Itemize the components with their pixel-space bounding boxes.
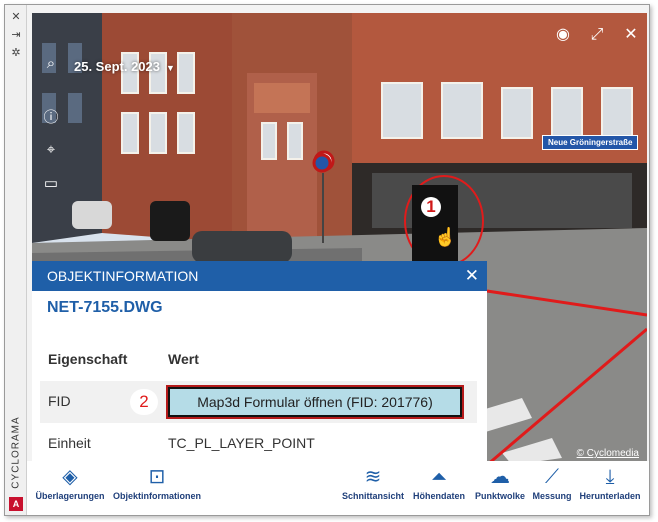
object-marker[interactable]: 1 ☝ <box>412 185 458 263</box>
property-fid: FID <box>48 393 71 409</box>
download-icon: ⤓ <box>605 466 615 488</box>
measurement-button[interactable]: ⟋ Messung <box>531 463 573 501</box>
comment-icon[interactable]: ▭ <box>40 173 62 195</box>
layers-icon: ◈ <box>62 466 78 488</box>
date-selector[interactable]: 25. Sept. 2023 ▼ <box>74 59 175 74</box>
eye-icon[interactable]: ◉ <box>553 25 573 45</box>
date-label: 25. Sept. 2023 <box>74 59 160 74</box>
open-map3d-form-button[interactable]: Map3d Formular öffnen (FID: 201776) <box>168 387 462 417</box>
section-view-button[interactable]: ≋ Schnittansicht <box>341 463 405 501</box>
viewer-top-controls: ◉ ⤢ ✕ <box>553 25 641 45</box>
panel-title: OBJEKTINFORMATION <box>47 268 199 284</box>
table-header: Eigenschaft Wert <box>40 339 477 381</box>
street-view[interactable]: Neue Gröningerstraße ◉ ⤢ ✕ ⌕ ⓘ ⌖ ▭ 25. S… <box>32 13 647 465</box>
overlays-label: Überlagerungen <box>35 491 105 501</box>
search-image-icon[interactable]: ⌕ <box>40 53 62 75</box>
file-name: NET-7155.DWG <box>47 299 163 316</box>
crosshair-icon[interactable]: ⌖ <box>40 139 62 161</box>
elevation-icon: ⏶ <box>431 466 447 488</box>
side-title: CYCLORAMA <box>8 415 24 495</box>
table-row: Einheit TC_PL_LAYER_POINT <box>40 423 477 465</box>
download-label: Herunterladen <box>579 491 641 501</box>
bottom-toolbar: ◈ Überlagerungen ⊡ Objektinformationen ≋… <box>27 461 649 515</box>
elevation-button[interactable]: ⏶ Höhendaten <box>411 463 467 501</box>
object-info-button[interactable]: ⊡ Objektinformationen <box>111 463 203 501</box>
annotation-badge-1: 1 <box>421 197 441 217</box>
hand-cursor-icon: ☝ <box>434 227 457 247</box>
copyright-link[interactable]: © Cyclomedia <box>577 448 639 459</box>
street-sign: Neue Gröningerstraße <box>542 135 639 150</box>
close-icon[interactable]: ✕ <box>621 25 641 45</box>
section-view-icon: ≋ <box>364 466 382 488</box>
panel-header: OBJEKTINFORMATION ✕ <box>32 261 487 291</box>
info-icon[interactable]: ⓘ <box>40 107 62 129</box>
overlays-button[interactable]: ◈ Überlagerungen <box>35 463 105 501</box>
app-logo: A <box>9 497 23 511</box>
object-info-panel: OBJEKTINFORMATION ✕ NET-7155.DWG Eigensc… <box>32 261 487 465</box>
download-button[interactable]: ⤓ Herunterladen <box>577 463 643 501</box>
annotation-badge-2: 2 <box>130 389 158 415</box>
point-cloud-icon: ☁ <box>490 466 510 488</box>
point-cloud-label: Punktwolke <box>474 491 525 501</box>
elevation-label: Höhendaten <box>412 491 465 501</box>
collapse-icon[interactable]: ⇥ <box>10 29 22 41</box>
point-cloud-button[interactable]: ☁ Punktwolke <box>473 463 527 501</box>
side-strip: ✕ ⇥ ✲ CYCLORAMA A <box>5 5 27 515</box>
side-title-text: CYCLORAMA <box>10 416 22 489</box>
cyclorama-window: ✕ ⇥ ✲ CYCLORAMA A Neue Gröningerstraße ◉… <box>4 4 650 516</box>
expand-icon[interactable]: ⤢ <box>587 25 607 45</box>
measurement-label: Messung <box>532 491 572 501</box>
table-row: FID 2 Map3d Formular öffnen (FID: 201776… <box>40 381 477 423</box>
pin-icon[interactable]: ✕ <box>10 11 22 23</box>
panel-close-icon[interactable]: ✕ <box>465 261 479 291</box>
column-header-property: Eigenschaft <box>48 351 128 367</box>
settings-icon[interactable]: ✲ <box>10 47 22 59</box>
property-table: Eigenschaft Wert FID 2 Map3d Formular öf… <box>40 339 477 465</box>
ruler-icon: ⟋ <box>545 466 559 488</box>
object-info-label: Objektinformationen <box>112 491 201 501</box>
column-header-value: Wert <box>168 351 199 367</box>
property-unit: Einheit <box>48 435 91 451</box>
section-view-label: Schnittansicht <box>341 491 404 501</box>
property-unit-value: TC_PL_LAYER_POINT <box>168 435 315 451</box>
object-info-icon: ⊡ <box>148 466 166 488</box>
chevron-down-icon: ▼ <box>166 63 175 73</box>
